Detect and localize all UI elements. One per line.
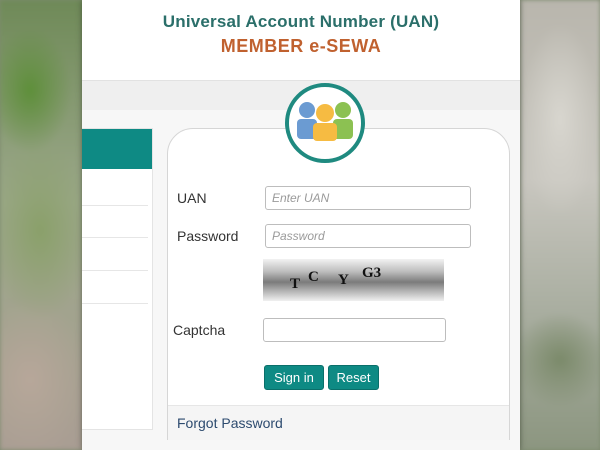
page-container: Universal Account Number (UAN) MEMBER e-… <box>82 0 520 450</box>
header-subtitle: MEMBER e-SEWA <box>220 36 382 56</box>
header: Universal Account Number (UAN) MEMBER e-… <box>82 0 520 80</box>
captcha-char: T <box>290 276 301 292</box>
captcha-char: Y <box>338 272 349 288</box>
panel-divider <box>82 205 148 206</box>
captcha-input[interactable] <box>263 318 446 342</box>
captcha-char: C <box>308 269 319 285</box>
reset-button[interactable]: Reset <box>328 365 379 390</box>
members-group-icon <box>297 102 353 141</box>
background-photo-left <box>0 0 84 450</box>
signin-button[interactable]: Sign in <box>264 365 324 390</box>
forgot-password-bar: Forgot Password <box>168 405 509 440</box>
password-label: Password <box>177 228 239 244</box>
logo <box>285 83 365 163</box>
background-photo-right <box>520 0 600 450</box>
password-input[interactable] <box>265 224 471 248</box>
captcha-char: G3 <box>362 265 382 281</box>
header-title: Universal Account Number (UAN) <box>162 12 440 31</box>
captcha-label: Captcha <box>173 322 226 338</box>
left-info-panel <box>82 128 153 430</box>
panel-divider <box>82 270 148 271</box>
login-card: UAN Password T C Y G3 Captcha Sign in Re… <box>167 128 510 440</box>
uan-input[interactable] <box>265 186 471 210</box>
captcha-image: T C Y G3 <box>263 259 444 301</box>
left-panel-header <box>82 129 152 169</box>
uan-label: UAN <box>177 190 207 206</box>
forgot-password-link[interactable]: Forgot Password <box>177 415 283 431</box>
panel-divider <box>82 237 148 238</box>
panel-divider <box>82 303 148 304</box>
